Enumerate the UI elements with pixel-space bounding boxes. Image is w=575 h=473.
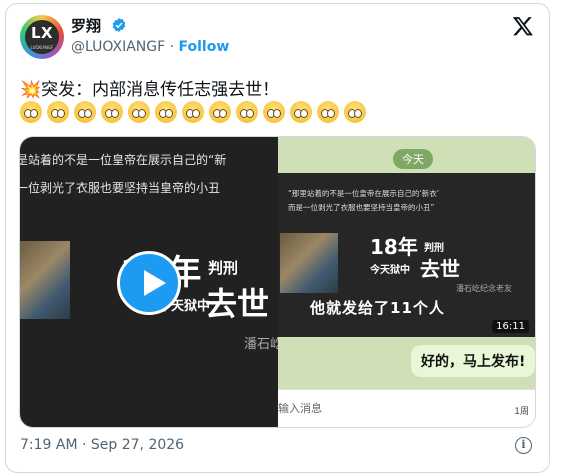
tweet-text: 💥突发：内部消息传任志强去世！	[20, 80, 280, 100]
video-caption-line2: 一位剥光了衣服也要坚持当皇帝的小丑	[20, 181, 221, 195]
pleading-face-emoji-icon	[317, 101, 339, 123]
chat-video-photo	[280, 233, 338, 293]
chat-headline-died: 去世	[420, 257, 460, 281]
x-logo-icon[interactable]	[512, 15, 534, 37]
author-name[interactable]: 罗翔	[71, 15, 101, 36]
video-thumbnail-left[interactable]: 是站着的不是一位皇帝在展示自己的“新 一位剥光了衣服也要坚持当皇帝的小丑 18年…	[20, 137, 278, 427]
headline-died: 去世	[205, 285, 270, 323]
chat-caption-line2: 而是一位剥光了衣服也要坚持当皇帝的小丑”	[288, 203, 435, 212]
pleading-face-emoji-icon	[101, 101, 123, 123]
pleading-face-emoji-icon	[263, 101, 285, 123]
pleading-face-emoji-icon	[20, 101, 42, 123]
video-subtitle: 他就发给了11个人	[310, 299, 445, 317]
chat-headline-in-jail: 今天狱中	[370, 265, 410, 276]
pleading-face-emoji-icon	[47, 101, 69, 123]
separator-dot: ·	[169, 39, 175, 55]
pleading-face-emoji-icon	[344, 101, 366, 123]
reply-bubble: 好的，马上发布!	[411, 345, 535, 377]
tweet-timestamp[interactable]: 7:19 AM · Sep 27, 2026	[20, 437, 184, 453]
info-icon[interactable]: i	[515, 437, 532, 454]
chat-memorial-caption: 潘石屹纪念老友	[456, 284, 512, 293]
pleading-face-emoji-icon	[290, 101, 312, 123]
chat-headline-18-years: 18年	[370, 235, 418, 259]
memorial-caption: 潘石屹纪念老友	[244, 337, 278, 352]
date-chip: 今天	[393, 149, 433, 169]
video-photo	[20, 241, 70, 319]
video-duration: 16:11	[492, 320, 529, 333]
author-handle[interactable]: @LUOXIANGF	[71, 39, 165, 55]
pleading-face-emoji-icon	[209, 101, 231, 123]
week-label: 1周	[514, 407, 529, 417]
pleading-face-emoji-icon	[182, 101, 204, 123]
message-input-placeholder: 输入消息	[278, 402, 322, 415]
pleading-face-emoji-icon	[236, 101, 258, 123]
avatar-logo: LX LUOXIANGF	[25, 20, 59, 54]
emoji-row	[20, 101, 530, 127]
video-caption-line1: 是站着的不是一位皇帝在展示自己的“新	[20, 153, 227, 167]
chat-screenshot-right[interactable]: 今天 “那里站着的不是一位皇帝在展示自己的‘新衣’ 而是一位剥光了衣服也要坚持当…	[278, 137, 535, 427]
pleading-face-emoji-icon	[155, 101, 177, 123]
chat-video-message[interactable]: “那里站着的不是一位皇帝在展示自己的‘新衣’ 而是一位剥光了衣服也要坚持当皇帝的…	[278, 173, 535, 337]
chat-headline-verdict: 判刑	[424, 243, 444, 254]
follow-button[interactable]: Follow	[179, 39, 230, 55]
pleading-face-emoji-icon	[128, 101, 150, 123]
handle-row: @LUOXIANGF · Follow	[71, 39, 229, 55]
chat-caption-line1: “那里站着的不是一位皇帝在展示自己的‘新衣’	[288, 189, 440, 198]
message-input-bar[interactable]: 输入消息 1周	[278, 389, 535, 427]
avatar[interactable]: LX LUOXIANGF	[20, 15, 64, 59]
avatar-initials: LX	[30, 24, 54, 42]
pleading-face-emoji-icon	[74, 101, 96, 123]
verified-badge-icon	[112, 18, 126, 32]
play-button[interactable]	[117, 251, 181, 315]
headline-verdict: 判刑	[208, 259, 239, 277]
media-grid[interactable]: 是站着的不是一位皇帝在展示自己的“新 一位剥光了衣服也要坚持当皇帝的小丑 18年…	[19, 136, 536, 428]
avatar-subtext: LUOXIANGF	[30, 45, 54, 50]
